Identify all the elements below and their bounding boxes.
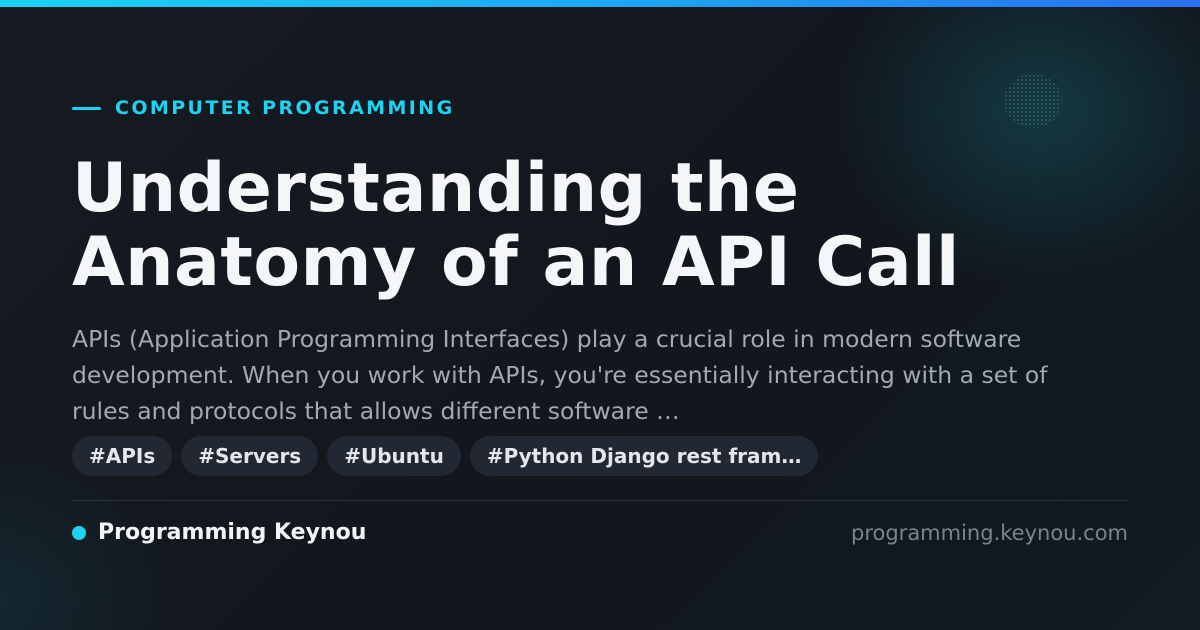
tag-python-django: #Python Django rest fram…: [469, 436, 819, 476]
brand: Programming Keynou: [72, 518, 366, 548]
site-url: programming.keynou.com: [851, 521, 1128, 545]
tag-ubuntu: #Ubuntu: [327, 436, 461, 476]
divider: [72, 500, 1129, 501]
category-dash-icon: [72, 106, 101, 110]
accent-bar: [0, 0, 1200, 7]
tag-servers: #Servers: [181, 436, 319, 476]
category-label: COMPUTER PROGRAMMING: [72, 96, 455, 120]
brand-dot-icon: [72, 526, 86, 540]
tag-list: #APIs #Servers #Ubuntu #Python Django re…: [72, 436, 819, 476]
dot-pattern-decoration: [1004, 74, 1062, 128]
article-excerpt: APIs (Application Programming Interfaces…: [72, 325, 1048, 425]
tag-apis: #APIs: [72, 436, 173, 476]
article-title: Understanding the Anatomy of an API Call: [72, 149, 960, 302]
brand-name: Programming Keynou: [98, 520, 367, 545]
category-text: COMPUTER PROGRAMMING: [115, 97, 455, 119]
share-card: COMPUTER PROGRAMMING Understanding the A…: [0, 0, 1200, 630]
